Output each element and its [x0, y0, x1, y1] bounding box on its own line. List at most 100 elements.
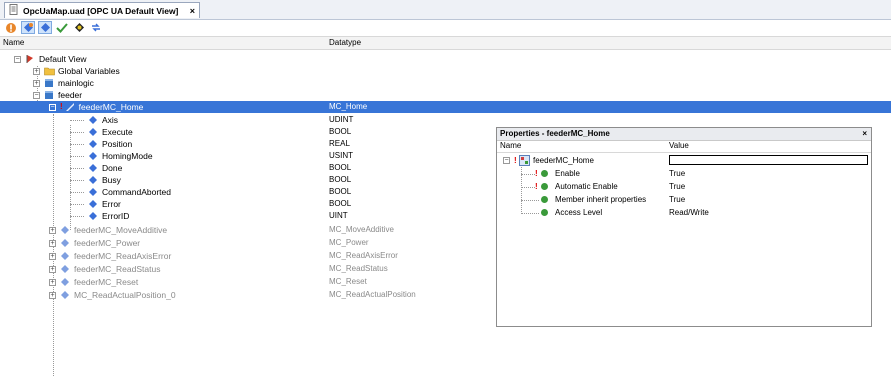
- tab-title: OpcUaMap.uad [OPC UA Default View]: [23, 5, 179, 16]
- expand-toggle[interactable]: +: [49, 226, 56, 234]
- tree-datatype: MC_ReadStatus: [329, 264, 388, 273]
- tab-opcuamap[interactable]: OpcUaMap.uad [OPC UA Default View] ×: [4, 2, 200, 18]
- tree-label: feederMC_ReadAxisError: [74, 251, 172, 261]
- toolbar: [0, 20, 891, 35]
- check-icon[interactable]: [55, 21, 69, 34]
- tree-line: [521, 187, 535, 188]
- column-name[interactable]: Name: [3, 38, 24, 47]
- tree-label: feederMC_Home: [78, 102, 144, 112]
- document-icon: [9, 4, 19, 17]
- tree-datatype: MC_Home: [329, 102, 368, 111]
- properties-col-value[interactable]: Value: [669, 141, 689, 150]
- tree-datatype: MC_MoveAdditive: [329, 225, 394, 234]
- status-dot-icon: [541, 183, 548, 191]
- expand-toggle[interactable]: +: [49, 291, 56, 299]
- warning-icon[interactable]: [4, 21, 18, 34]
- tree-label: Position: [102, 139, 133, 149]
- status-dot-icon: [541, 170, 548, 178]
- properties-root-label: feederMC_Home: [533, 156, 594, 165]
- properties-row[interactable]: ! Enable True: [497, 167, 871, 180]
- tree-line: [70, 168, 84, 169]
- warning-marker-icon: !: [514, 156, 517, 165]
- tree-line: [70, 192, 84, 193]
- warning-marker-icon: !: [535, 182, 538, 191]
- remove-tag-button[interactable]: [38, 21, 52, 34]
- tree-line: [70, 132, 84, 133]
- tree-datatype: UINT: [329, 211, 348, 220]
- collapse-toggle[interactable]: −: [503, 157, 510, 164]
- column-datatype[interactable]: Datatype: [329, 38, 361, 47]
- properties-close-button[interactable]: ×: [862, 128, 867, 140]
- variable-icon: [60, 264, 70, 274]
- member-icon: [88, 187, 98, 197]
- collapse-toggle[interactable]: −: [33, 91, 40, 99]
- member-icon: [88, 139, 98, 149]
- tree-line: [70, 216, 84, 217]
- collapse-toggle[interactable]: −: [49, 103, 56, 111]
- tree-label: feederMC_MoveAdditive: [74, 225, 168, 235]
- tree-row-feedermc-home[interactable]: − ! feederMC_Home MC_Home: [0, 101, 891, 113]
- variable-icon: [60, 251, 70, 261]
- folder-icon: [44, 66, 55, 76]
- tree-label: feederMC_Power: [74, 238, 141, 248]
- tree-label: Execute: [102, 127, 133, 137]
- collapse-toggle[interactable]: −: [14, 55, 21, 63]
- expand-toggle[interactable]: +: [33, 67, 40, 75]
- tree-row-default-view[interactable]: − Default View: [0, 53, 891, 65]
- tree-line: [70, 144, 84, 145]
- program-icon: [44, 90, 54, 100]
- tree-datatype: BOOL: [329, 199, 352, 208]
- tree-line: [70, 120, 84, 121]
- property-value[interactable]: True: [669, 167, 685, 180]
- tree-datatype: MC_ReadAxisError: [329, 251, 398, 260]
- tree-datatype: MC_ReadActualPosition: [329, 290, 416, 299]
- tree-row-child[interactable]: Axis UDINT: [0, 114, 891, 126]
- property-name: Enable: [555, 169, 580, 178]
- expand-toggle[interactable]: +: [49, 252, 56, 260]
- tree-datatype: USINT: [329, 151, 353, 160]
- properties-row-root[interactable]: − ! feederMC_Home: [497, 154, 871, 167]
- tree-label: Axis: [102, 115, 119, 125]
- tree-line: [521, 200, 539, 201]
- tree-label: Error: [102, 199, 121, 209]
- tree-datatype: BOOL: [329, 127, 352, 136]
- tree-label: feederMC_Reset: [74, 277, 139, 287]
- properties-row[interactable]: ! Automatic Enable True: [497, 180, 871, 193]
- tree-label: feeder: [58, 90, 83, 100]
- tree-row-global-variables[interactable]: + Global Variables: [0, 65, 891, 77]
- property-value[interactable]: True: [669, 193, 685, 206]
- warning-marker-icon: !: [60, 102, 63, 111]
- expand-toggle[interactable]: +: [49, 239, 56, 247]
- tree-datatype: BOOL: [329, 163, 352, 172]
- property-name: Member inherit properties: [555, 195, 647, 204]
- tree-label: ErrorID: [102, 211, 130, 221]
- warning-marker-icon: !: [535, 169, 538, 178]
- add-tag-button[interactable]: [21, 21, 35, 34]
- program-icon: [44, 78, 54, 88]
- properties-col-name[interactable]: Name: [500, 141, 521, 150]
- expand-toggle[interactable]: +: [49, 265, 56, 273]
- tab-strip: OpcUaMap.uad [OPC UA Default View] ×: [0, 0, 891, 20]
- tree-label: CommandAborted: [102, 187, 171, 197]
- expand-toggle[interactable]: +: [33, 79, 40, 87]
- properties-value-input[interactable]: [669, 155, 868, 165]
- variable-icon: [60, 290, 70, 300]
- expand-toggle[interactable]: +: [49, 278, 56, 286]
- tree-datatype: BOOL: [329, 187, 352, 196]
- tree-label: Done: [102, 163, 123, 173]
- view-icon: [25, 54, 35, 64]
- sync-icon[interactable]: [89, 21, 103, 34]
- property-value[interactable]: Read/Write: [669, 206, 709, 219]
- tree-row-mainlogic[interactable]: + mainlogic: [0, 77, 891, 89]
- tree-label: MC_ReadActualPosition_0: [74, 290, 176, 300]
- properties-row[interactable]: Access Level Read/Write: [497, 206, 871, 219]
- variable-icon: [65, 102, 75, 112]
- properties-panel: Properties - feederMC_Home × Name Value …: [496, 127, 872, 327]
- properties-row[interactable]: Member inherit properties True: [497, 193, 871, 206]
- tree-row-feeder[interactable]: − feeder: [0, 89, 891, 101]
- variable-icon: [60, 277, 70, 287]
- tab-close-button[interactable]: ×: [190, 6, 195, 16]
- tree-label: Default View: [39, 54, 87, 64]
- arrow-icon[interactable]: [72, 21, 86, 34]
- property-value[interactable]: True: [669, 180, 685, 193]
